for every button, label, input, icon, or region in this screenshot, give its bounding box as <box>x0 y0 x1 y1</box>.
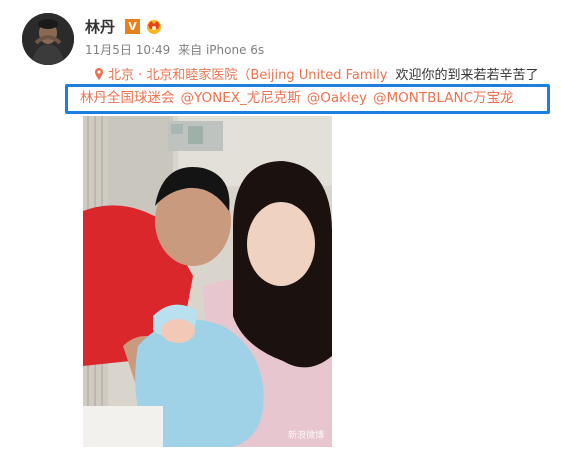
username[interactable]: 林丹 <box>85 16 115 37</box>
post-meta: 11月5日 10:49 来自 iPhone 6s <box>85 41 264 58</box>
mention-montblanc[interactable]: @MONTBLANC万宝龙 <box>373 90 513 106</box>
mention-fan-club[interactable]: 林丹全国球迷会 <box>80 90 175 106</box>
location-text: 北京 · 北京和睦家医院（Beijing United Family <box>108 68 388 83</box>
crown-icon[interactable] <box>145 17 163 35</box>
user-header: 林丹 V <box>85 16 163 36</box>
avatar[interactable] <box>22 13 74 65</box>
location-pin-icon <box>95 68 103 80</box>
post-text-line: 北京 · 北京和睦家医院（Beijing United Family 欢迎你的到来… <box>94 66 561 86</box>
post-text: 欢迎你的到来若若辛苦了 <box>395 68 539 83</box>
post-photo[interactable]: 新浪微博 <box>83 116 332 447</box>
mentions-line: 林丹全国球迷会 @YONEX_尤尼克斯 @Oakley @MONTBLANC万宝龙 <box>80 88 520 108</box>
location-link[interactable]: 北京 · 北京和睦家医院（Beijing United Family <box>94 68 387 83</box>
avatar-image <box>22 13 74 65</box>
mention-yonex[interactable]: @YONEX_尤尼克斯 <box>181 90 301 106</box>
verified-v-icon[interactable]: V <box>125 18 141 34</box>
mention-oakley[interactable]: @Oakley <box>307 90 367 106</box>
family-photo-image <box>83 116 332 447</box>
photo-watermark: 新浪微博 <box>287 431 324 441</box>
post-timestamp[interactable]: 11月5日 10:49 <box>85 43 170 57</box>
post-source: 来自 iPhone 6s <box>178 43 265 57</box>
